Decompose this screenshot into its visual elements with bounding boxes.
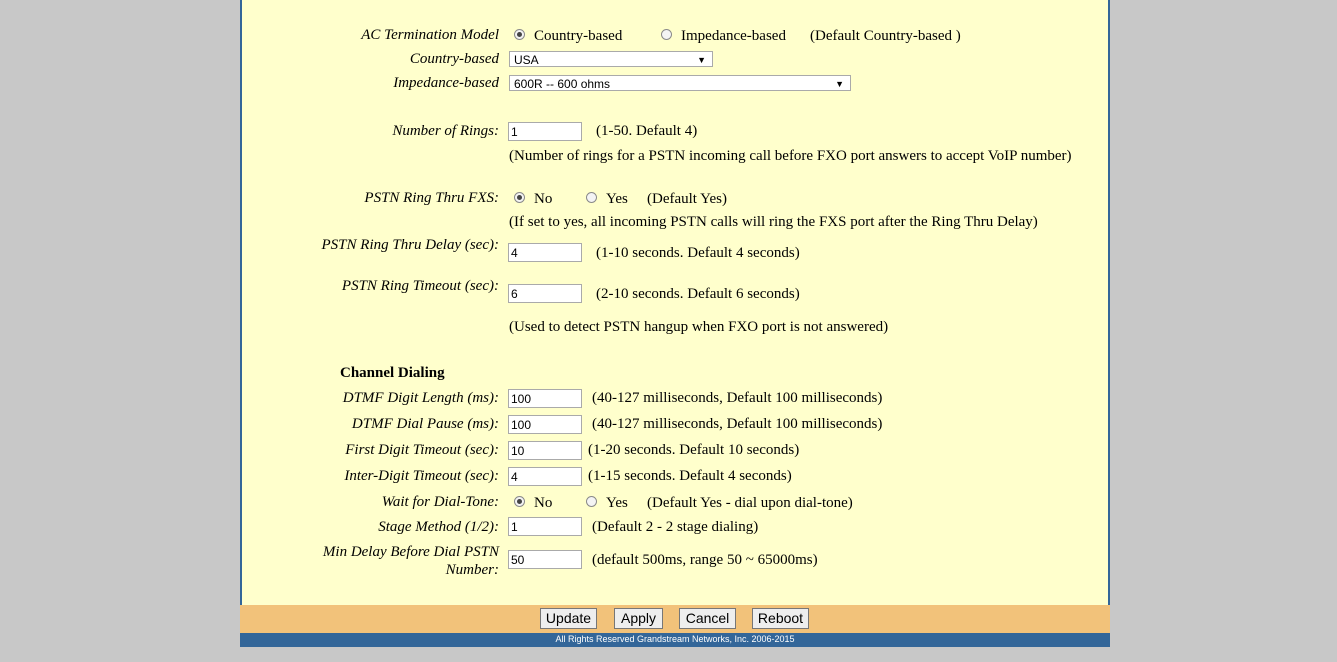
min-delay-input[interactable] bbox=[508, 550, 582, 569]
pstn-ring-thru-fxs-note: (If set to yes, all incoming PSTN calls … bbox=[509, 214, 1038, 230]
impedance-based-select[interactable]: 600R -- 600 ohms ▼ bbox=[509, 75, 851, 91]
pstn-ring-timeout-input[interactable] bbox=[508, 284, 582, 303]
pstn-ring-timeout-hint: (2-10 seconds. Default 6 seconds) bbox=[596, 286, 800, 302]
stage-method-input[interactable] bbox=[508, 517, 582, 536]
first-digit-timeout-label: First Digit Timeout (sec): bbox=[345, 442, 499, 458]
channel-dialing-heading: Channel Dialing bbox=[340, 365, 445, 381]
wait-for-dial-tone-no-text: No bbox=[534, 495, 553, 511]
impedance-based-label: Impedance-based bbox=[393, 75, 499, 91]
stage-method-hint: (Default 2 - 2 stage dialing) bbox=[592, 519, 759, 535]
dtmf-dial-pause-hint: (40-127 milliseconds, Default 100 millis… bbox=[592, 416, 883, 432]
ac-termination-default-note: (Default Country-based ) bbox=[810, 28, 961, 44]
button-bar bbox=[240, 605, 1110, 633]
pstn-ring-thru-fxs-no-radio[interactable] bbox=[514, 192, 525, 203]
reboot-button[interactable]: Reboot bbox=[752, 608, 809, 629]
chevron-down-icon: ▼ bbox=[835, 79, 844, 89]
dtmf-digit-length-hint: (40-127 milliseconds, Default 100 millis… bbox=[592, 390, 883, 406]
number-of-rings-hint: (1-50. Default 4) bbox=[596, 123, 698, 139]
country-based-value: USA bbox=[514, 53, 539, 67]
pstn-ring-thru-delay-input[interactable] bbox=[508, 243, 582, 262]
first-digit-timeout-input[interactable] bbox=[508, 441, 582, 460]
dtmf-digit-length-input[interactable] bbox=[508, 389, 582, 408]
impedance-based-value: 600R -- 600 ohms bbox=[514, 77, 611, 91]
pstn-ring-thru-delay-label: PSTN Ring Thru Delay (sec): bbox=[321, 237, 499, 253]
inter-digit-timeout-label: Inter-Digit Timeout (sec): bbox=[344, 468, 499, 484]
pstn-ring-thru-fxs-label: PSTN Ring Thru FXS: bbox=[364, 190, 499, 206]
pstn-ring-thru-fxs-no-text: No bbox=[534, 191, 553, 207]
cancel-button[interactable]: Cancel bbox=[679, 608, 736, 629]
ac-termination-country-text: Country-based bbox=[534, 28, 623, 44]
update-button[interactable]: Update bbox=[540, 608, 597, 629]
min-delay-label: Min Delay Before Dial PSTN Number: bbox=[322, 544, 499, 578]
wait-for-dial-tone-no-radio[interactable] bbox=[514, 496, 525, 507]
apply-button[interactable]: Apply bbox=[614, 608, 663, 629]
inter-digit-timeout-hint: (1-15 seconds. Default 4 seconds) bbox=[588, 468, 792, 484]
pstn-ring-timeout-note: (Used to detect PSTN hangup when FXO por… bbox=[509, 319, 889, 335]
chevron-down-icon: ▼ bbox=[697, 55, 706, 65]
wait-for-dial-tone-yes-radio[interactable] bbox=[586, 496, 597, 507]
ac-termination-impedance-radio[interactable] bbox=[661, 29, 672, 40]
wait-for-dial-tone-yes-text: Yes bbox=[606, 495, 628, 511]
pstn-ring-thru-fxs-yes-radio[interactable] bbox=[586, 192, 597, 203]
ac-termination-impedance-text: Impedance-based bbox=[681, 28, 786, 44]
dtmf-digit-length-label: DTMF Digit Length (ms): bbox=[342, 390, 499, 406]
first-digit-timeout-hint: (1-20 seconds. Default 10 seconds) bbox=[588, 442, 800, 458]
number-of-rings-label: Number of Rings: bbox=[392, 123, 499, 139]
ac-termination-country-radio[interactable] bbox=[514, 29, 525, 40]
number-of-rings-input[interactable] bbox=[508, 122, 582, 141]
pstn-ring-thru-fxs-yes-text: Yes bbox=[606, 191, 628, 207]
wait-for-dial-tone-default-note: (Default Yes - dial upon dial-tone) bbox=[647, 495, 853, 511]
wait-for-dial-tone-label: Wait for Dial-Tone: bbox=[381, 494, 499, 510]
pstn-ring-thru-delay-hint: (1-10 seconds. Default 4 seconds) bbox=[596, 245, 800, 261]
footer-copyright: All Rights Reserved Grandstream Networks… bbox=[240, 633, 1110, 647]
pstn-ring-thru-fxs-default-note: (Default Yes) bbox=[647, 191, 727, 207]
pstn-ring-timeout-label: PSTN Ring Timeout (sec): bbox=[341, 278, 499, 294]
ac-termination-label: AC Termination Model bbox=[361, 27, 499, 43]
dtmf-dial-pause-label: DTMF Dial Pause (ms): bbox=[351, 416, 499, 432]
number-of-rings-note: (Number of rings for a PSTN incoming cal… bbox=[509, 148, 1072, 164]
country-based-label: Country-based bbox=[409, 51, 499, 67]
country-based-select[interactable]: USA ▼ bbox=[509, 51, 713, 67]
inter-digit-timeout-input[interactable] bbox=[508, 467, 582, 486]
dtmf-dial-pause-input[interactable] bbox=[508, 415, 582, 434]
stage-method-label: Stage Method (1/2): bbox=[378, 519, 499, 535]
min-delay-hint: (default 500ms, range 50 ~ 65000ms) bbox=[592, 552, 818, 568]
